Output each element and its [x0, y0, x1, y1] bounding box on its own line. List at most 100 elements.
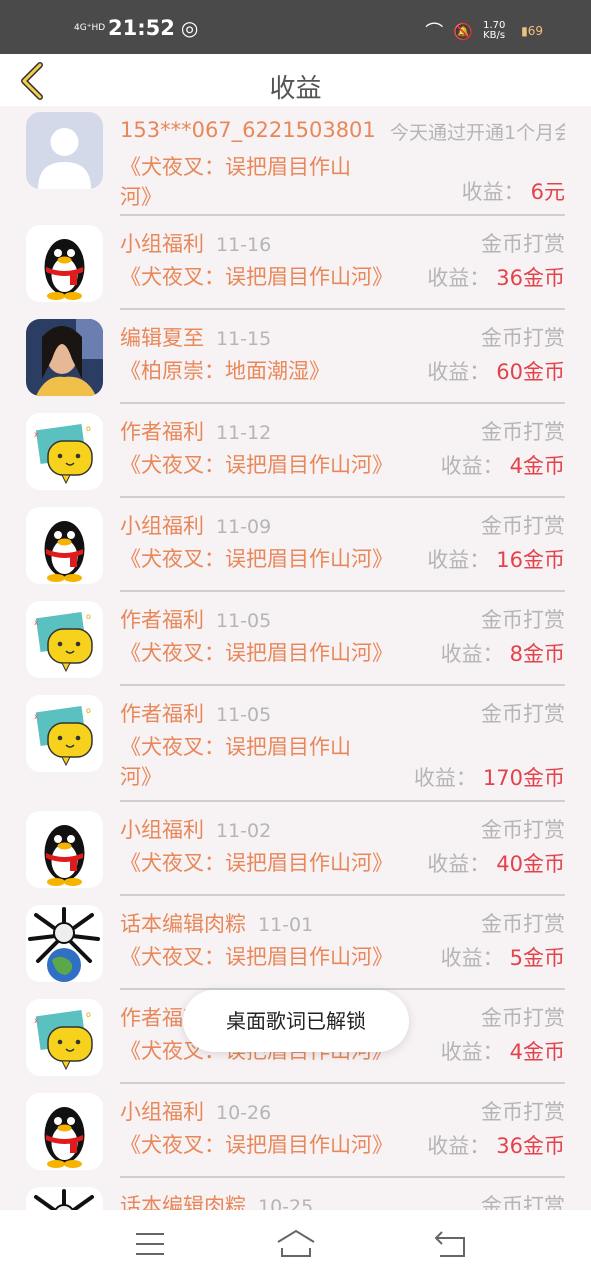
network-indicator: 4G⁺HD	[74, 22, 106, 33]
row-content: 作者福利 11-05 金币打赏 《犬夜叉：误把眉目作山河》 收益： 8金币	[120, 592, 565, 686]
earning-amount: 4金币	[509, 1040, 565, 1064]
reward-type: 金币打赏	[481, 818, 565, 842]
reward-date: 11-09	[216, 516, 272, 538]
book-title[interactable]: 《犬夜叉：误把眉目作山河》	[120, 848, 393, 878]
svg-text:x: x	[34, 712, 39, 721]
row-content: 话本编辑肉粽 10-25 金币打赏	[120, 1178, 565, 1210]
earning-amount-line: 收益： 4金币	[441, 450, 565, 480]
avatar[interactable]	[26, 225, 103, 302]
earning-row[interactable]: 小组福利 11-09 金币打赏《犬夜叉：误把眉目作山河》 收益： 16金币	[0, 498, 591, 592]
earning-amount-line: 收益： 60金币	[427, 356, 565, 386]
status-time: 21:52	[108, 16, 175, 40]
sender-line: 小组福利 11-09	[120, 510, 271, 540]
sender-line: 编辑夏至 11-15	[120, 322, 271, 352]
avatar[interactable]: xo	[26, 601, 103, 678]
reward-date: 10-26	[216, 1102, 272, 1124]
avatar[interactable]: xo	[26, 999, 103, 1076]
home-icon[interactable]	[276, 1228, 316, 1260]
reward-date: 11-01	[258, 914, 314, 936]
avatar[interactable]	[26, 811, 103, 888]
sender-name: 作者福利	[120, 608, 204, 632]
battery-level: 69	[527, 24, 543, 38]
earning-row[interactable]: 话本编辑肉粽 11-01 金币打赏 《犬夜叉：误把眉目作山河》 收益： 5金币	[0, 896, 591, 990]
reward-type: 金币打赏	[481, 514, 565, 538]
earning-amount-line: 收益： 16金币	[427, 544, 565, 574]
penguin-avatar-icon	[26, 507, 103, 584]
avatar[interactable]: xo	[26, 413, 103, 490]
avatar[interactable]	[26, 1093, 103, 1170]
sender-name: 作者福利	[120, 420, 204, 444]
earning-amount-line: 收益： 40金币	[427, 848, 565, 878]
sender-name: 小组福利	[120, 514, 204, 538]
sender-line: 作者福利 11-05	[120, 604, 271, 634]
sender-line: 话本编辑肉粽 10-25	[120, 1190, 313, 1210]
sender-name: 话本编辑肉粽	[120, 1194, 246, 1210]
menu-icon[interactable]	[130, 1228, 170, 1260]
penguin-avatar-icon	[26, 1093, 103, 1170]
earning-label: 收益：	[427, 852, 491, 876]
reward-date: 11-02	[216, 820, 272, 842]
earning-row[interactable]: x o 作者福利 11-05 金币打赏 《犬夜叉：误把眉目作山河》 收益： 8金币	[0, 592, 591, 686]
avatar[interactable]	[26, 905, 103, 982]
reward-date: 11-05	[216, 704, 272, 726]
reward-date: 10-25	[258, 1196, 314, 1210]
earning-amount-line: 收益： 8金币	[441, 638, 565, 668]
reward-date: 11-12	[216, 422, 272, 444]
earning-row[interactable]: x o 作者福利 11-12 金币打赏 《犬夜叉：误把眉目作山河》 收益： 4金币	[0, 404, 591, 498]
avatar[interactable]	[26, 1187, 103, 1210]
svg-text:o: o	[86, 706, 91, 715]
earning-row[interactable]: x o 作者福利 11-05 金币打赏 《犬夜叉：误把眉目作山河》 收益： 170金币	[0, 686, 591, 802]
row-content: 小组福利 11-09 金币打赏《犬夜叉：误把眉目作山河》 收益： 16金币	[120, 498, 565, 592]
book-title[interactable]: 《犬夜叉：误把眉目作山河》	[120, 262, 393, 292]
avatar[interactable]: xo	[26, 695, 103, 772]
book-title[interactable]: 《柏原崇：地面潮湿》	[120, 356, 330, 386]
sender-line: 作者福利 11-05	[120, 698, 271, 728]
avatar[interactable]	[26, 112, 103, 189]
earning-amount: 40金币	[496, 852, 565, 876]
sender-line: 小组福利 10-26	[120, 1096, 271, 1126]
earning-label: 收益：	[427, 548, 491, 572]
book-title[interactable]: 《犬夜叉：误把眉目作山河》	[120, 450, 393, 480]
book-title[interactable]: 《犬夜叉：误把眉目作山河》	[120, 1130, 393, 1160]
chat-bubble-avatar-icon: xo	[26, 413, 103, 490]
book-title[interactable]: 《犬夜叉：误把眉目作山河》	[120, 732, 380, 792]
penguin-avatar-icon	[26, 225, 103, 302]
back-nav-icon[interactable]	[432, 1228, 472, 1260]
reward-type: 金币打赏	[481, 702, 565, 726]
book-title[interactable]: 《犬夜叉：误把眉目作山河》	[120, 942, 393, 972]
earning-amount: 36金币	[496, 266, 565, 290]
earning-row[interactable]: 小组福利 11-16 金币打赏 《犬夜叉：误把眉目作山河》 收益： 36金币	[0, 216, 591, 310]
meme-avatar-icon	[26, 905, 103, 982]
reward-date: 11-15	[216, 328, 272, 350]
sender-line: 小组福利 11-16	[120, 228, 271, 258]
penguin-avatar-icon	[26, 811, 103, 888]
earning-amount: 36金币	[496, 1134, 565, 1158]
earning-amount: 5金币	[509, 946, 565, 970]
avatar[interactable]	[26, 507, 103, 584]
sender-name: 编辑夏至	[120, 326, 204, 350]
earning-row[interactable]: 编辑夏至 11-15 金币打赏 《柏原崇：地面潮湿》 收益： 60金币	[0, 310, 591, 404]
earning-amount: 170金币	[482, 766, 565, 790]
earning-row[interactable]: 153***067_6221503801 今天通过开通1个月会员《犬夜叉：误把眉目…	[0, 106, 591, 216]
book-title[interactable]: 《犬夜叉：误把眉目作山河》	[120, 638, 393, 668]
earning-label: 收益：	[427, 360, 491, 384]
bell-off-icon: 🔕	[453, 21, 474, 41]
earning-label: 收益：	[440, 454, 504, 478]
reward-date: 11-16	[216, 234, 272, 256]
book-title[interactable]: 《犬夜叉：误把眉目作山河》	[120, 152, 380, 212]
earning-amount: 60金币	[496, 360, 565, 384]
earning-row[interactable]: 小组福利 10-26 金币打赏 《犬夜叉：误把眉目作山河》 收益： 36金币	[0, 1084, 591, 1178]
sender-line: 话本编辑肉粽 11-01	[120, 908, 313, 938]
earning-label: 收益：	[427, 1134, 491, 1158]
sender-name: 作者福利	[120, 702, 204, 726]
earning-row[interactable]: 小组福利 11-02 金币打赏 《犬夜叉：误把眉目作山河》 收益： 40金币	[0, 802, 591, 896]
earning-label: 收益：	[413, 766, 477, 790]
default-avatar-icon	[26, 112, 103, 189]
earning-amount: 6元	[530, 180, 565, 204]
earning-row[interactable]: 话本编辑肉粽 10-25 金币打赏	[0, 1178, 591, 1210]
avatar[interactable]	[26, 319, 103, 396]
app-bar: 收益	[0, 54, 591, 106]
reward-date: 11-05	[216, 610, 272, 632]
book-title[interactable]: 《犬夜叉：误把眉目作山河》	[120, 544, 393, 574]
sender-name: 话本编辑肉粽	[120, 912, 246, 936]
